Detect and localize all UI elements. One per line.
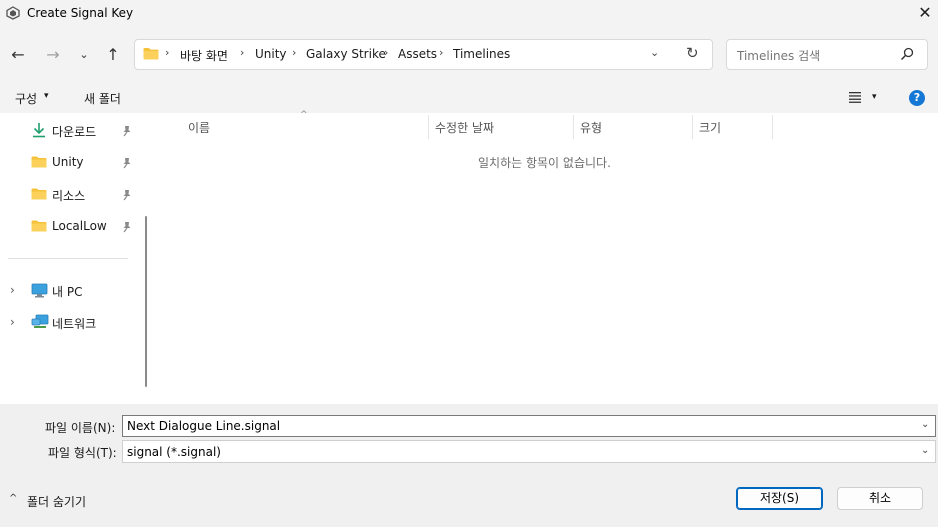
column-divider[interactable] <box>573 115 574 139</box>
search-input[interactable]: Timelines 검색 <box>737 47 820 64</box>
organize-button[interactable]: 구성 <box>15 90 37 107</box>
breadcrumb-separator[interactable]: › <box>165 46 169 59</box>
recent-locations-button[interactable]: ⌄ <box>72 43 96 67</box>
folder-icon <box>31 156 47 168</box>
column-divider[interactable] <box>772 115 773 139</box>
close-button[interactable]: ✕ <box>914 3 936 23</box>
address-dropdown-button[interactable]: ⌄ <box>650 46 659 59</box>
breadcrumb-separator[interactable]: › <box>439 46 443 59</box>
sidebar-item-network[interactable]: 네트워크 <box>52 315 96 332</box>
download-icon <box>33 123 45 138</box>
sidebar-item-this-pc[interactable]: 내 PC <box>52 283 82 300</box>
title-bar <box>0 0 938 28</box>
network-icon <box>31 314 49 328</box>
sidebar-item-resources[interactable]: 리소스 <box>52 187 85 204</box>
chevron-right-icon[interactable]: › <box>10 283 15 297</box>
chevron-down-icon[interactable]: ⌄ <box>921 419 929 430</box>
hide-folders-button[interactable]: 폴더 숨기기 <box>27 493 86 510</box>
chevron-down-icon[interactable]: ⌄ <box>921 445 929 456</box>
chevron-right-icon[interactable]: › <box>10 315 15 329</box>
breadcrumb-separator[interactable]: › <box>292 46 296 59</box>
column-header-modified[interactable]: 수정한 날짜 <box>435 119 494 136</box>
command-bar <box>0 82 938 113</box>
chevron-down-icon[interactable]: ▾ <box>44 91 49 101</box>
breadcrumb-assets[interactable]: Assets <box>398 47 437 61</box>
filename-label: 파일 이름(N): <box>45 421 116 435</box>
unity-icon <box>6 6 20 20</box>
empty-message: 일치하는 항목이 없습니다. <box>478 156 611 170</box>
breadcrumb-separator[interactable]: › <box>384 46 388 59</box>
column-header-name[interactable]: 이름 <box>188 119 210 136</box>
chevron-down-icon[interactable]: ▾ <box>872 92 877 102</box>
save-button[interactable]: 저장(S) <box>736 487 823 510</box>
cancel-button[interactable]: 취소 <box>837 487 923 510</box>
breadcrumb-timelines[interactable]: Timelines <box>453 47 510 61</box>
chevron-up-icon[interactable]: ^ <box>9 493 17 504</box>
help-icon[interactable]: ? <box>909 90 925 106</box>
refresh-button[interactable]: ↻ <box>686 44 699 62</box>
up-button[interactable]: ↑ <box>101 43 125 67</box>
window-title: Create Signal Key <box>27 6 134 20</box>
nav-scrollbar[interactable] <box>145 216 147 387</box>
folder-icon <box>31 188 47 200</box>
search-icon[interactable] <box>900 47 914 61</box>
column-header-size[interactable]: 크기 <box>699 119 721 136</box>
filetype-select[interactable] <box>122 440 936 463</box>
pc-icon <box>31 283 48 298</box>
filename-input[interactable]: Next Dialogue Line.signal <box>127 419 280 433</box>
new-folder-button[interactable]: 새 폴더 <box>84 90 121 107</box>
back-button[interactable]: ← <box>6 43 30 67</box>
view-options-icon[interactable] <box>847 91 863 103</box>
column-divider[interactable] <box>692 115 693 139</box>
sidebar-item-downloads[interactable]: 다운로드 <box>52 123 96 140</box>
pin-icon[interactable] <box>122 157 132 169</box>
sort-ascending-icon: ^ <box>300 110 308 120</box>
forward-button[interactable]: → <box>41 43 65 67</box>
breadcrumb-galaxy-strike[interactable]: Galaxy Strike <box>306 47 386 61</box>
pin-icon[interactable] <box>122 125 132 137</box>
breadcrumb-unity[interactable]: Unity <box>255 47 287 61</box>
sidebar-item-locallow[interactable]: LocalLow <box>52 219 107 233</box>
nav-divider <box>8 258 128 259</box>
folder-icon <box>143 48 159 60</box>
filetype-value[interactable]: signal (*.signal) <box>127 445 221 459</box>
breadcrumb-desktop[interactable]: 바탕 화면 <box>180 47 228 64</box>
column-divider[interactable] <box>428 115 429 139</box>
breadcrumb-separator[interactable]: › <box>240 46 244 59</box>
pin-icon[interactable] <box>122 221 132 233</box>
column-header-type[interactable]: 유형 <box>580 119 602 136</box>
sidebar-item-unity[interactable]: Unity <box>52 155 84 169</box>
pin-icon[interactable] <box>122 189 132 201</box>
filetype-label: 파일 형식(T): <box>48 446 117 460</box>
folder-icon <box>31 220 47 232</box>
